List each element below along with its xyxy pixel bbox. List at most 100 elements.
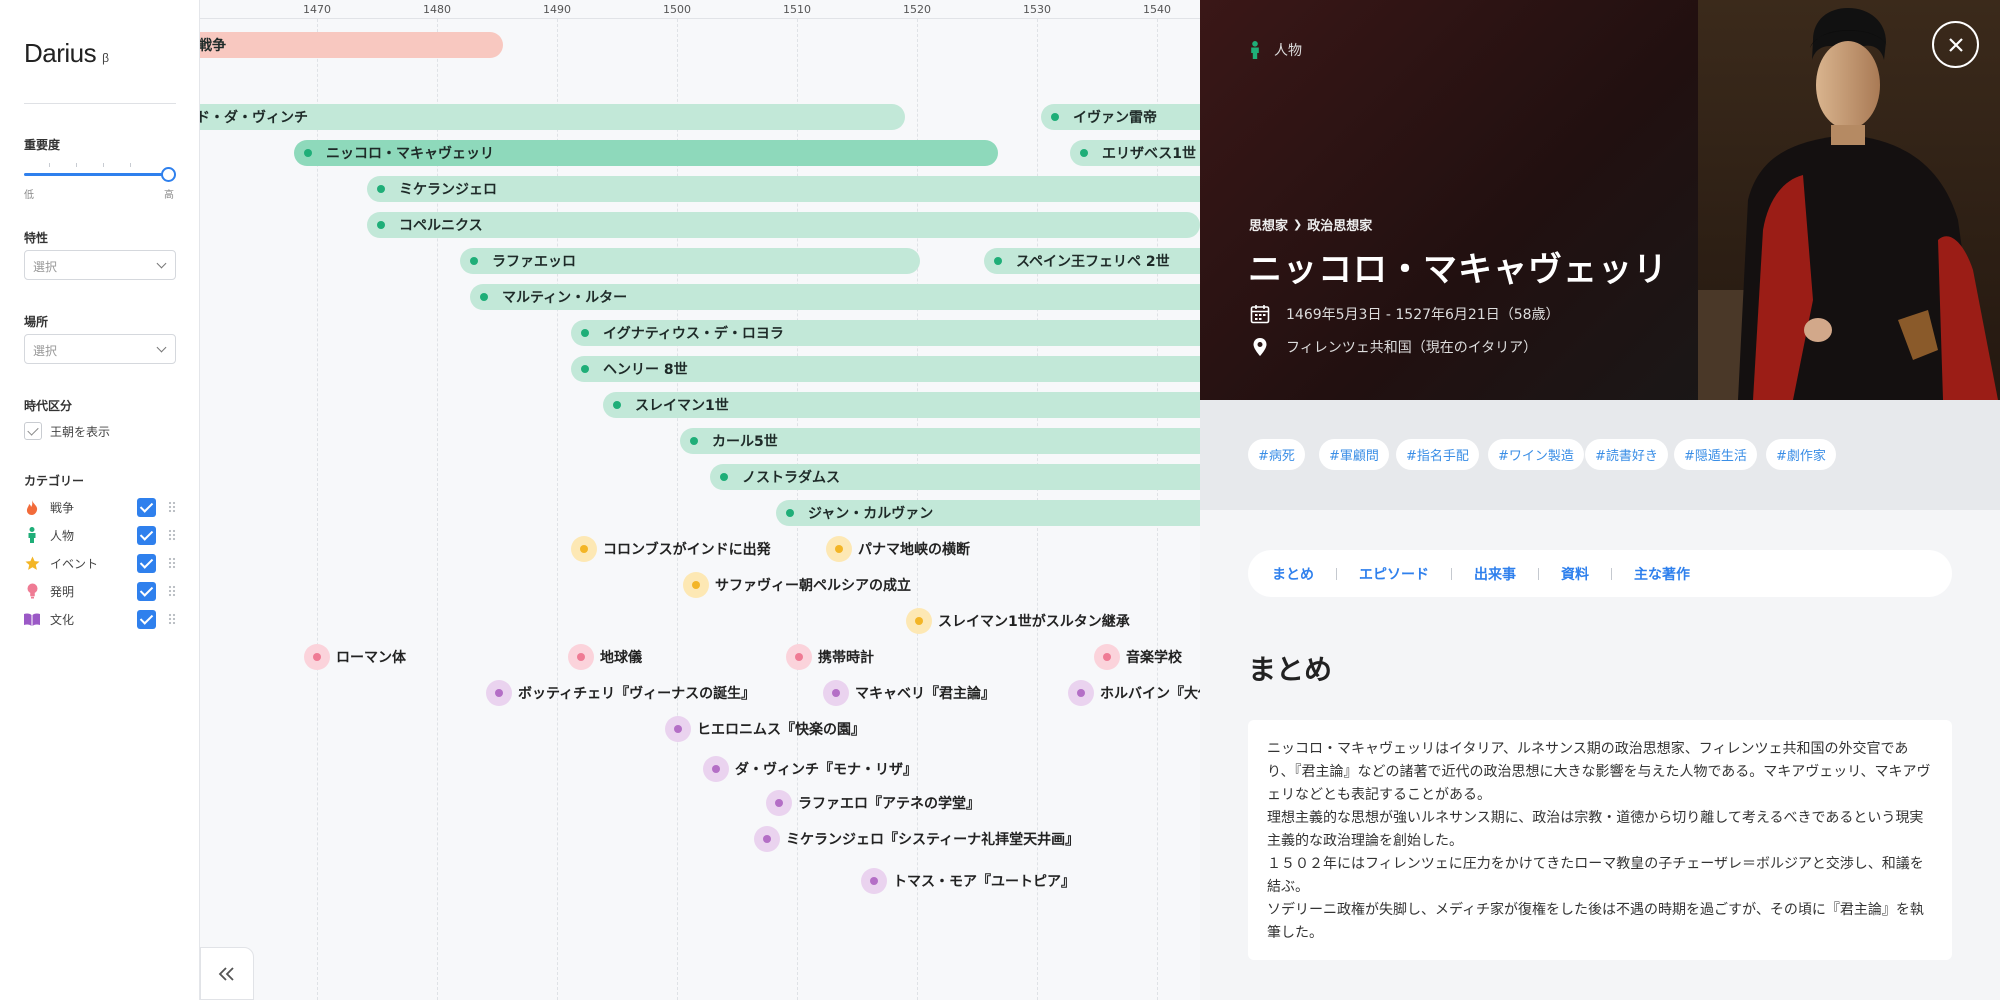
tag-chip[interactable]: #軍顧問: [1319, 439, 1389, 470]
person-bar[interactable]: イヴァン雷帝: [1041, 104, 1200, 130]
app-logo[interactable]: Darius β: [24, 38, 109, 69]
tab-sources[interactable]: 資料: [1561, 564, 1589, 584]
tab-divider: [1451, 567, 1452, 580]
category-event[interactable]: イベント: [24, 552, 176, 574]
tag-chip[interactable]: #ワイン製造: [1488, 439, 1584, 470]
tab-works[interactable]: 主な著作: [1634, 564, 1690, 584]
invention-marker[interactable]: 地球儀: [568, 644, 642, 670]
drag-handle-icon[interactable]: [168, 557, 176, 569]
person-dot: [720, 473, 728, 481]
person-bar[interactable]: スレイマン1世: [603, 392, 1200, 418]
invention-label: 携帯時計: [818, 650, 874, 666]
category-event-checkbox[interactable]: [137, 553, 156, 573]
category-culture[interactable]: 文化: [24, 608, 176, 630]
hero-category: 人物: [1250, 40, 1302, 60]
person-bar[interactable]: スペイン王フェリペ 2世: [984, 248, 1200, 274]
category-war-checkbox[interactable]: [137, 497, 156, 517]
war-bar[interactable]: 戦争: [200, 32, 503, 58]
event-dot: [683, 572, 709, 598]
dynasty-checkbox[interactable]: [24, 422, 42, 440]
category-invention-checkbox[interactable]: [137, 581, 156, 601]
drag-handle-icon[interactable]: [168, 585, 176, 597]
person-icon: [24, 527, 40, 543]
breadcrumb-item[interactable]: 思想家: [1249, 215, 1288, 234]
app-name: Darius: [24, 38, 97, 68]
culture-marker[interactable]: ラファエロ『アテネの学堂』: [766, 790, 980, 816]
invention-marker[interactable]: ローマン体: [304, 644, 406, 670]
hero-category-label: 人物: [1274, 43, 1302, 59]
culture-marker[interactable]: ダ・ヴィンチ『モナ・リザ』: [703, 756, 917, 782]
culture-marker[interactable]: ミケランジェロ『システィーナ礼拝堂天井画』: [754, 826, 1079, 852]
close-button[interactable]: [1932, 21, 1979, 68]
slider-tick: [103, 163, 104, 167]
category-war[interactable]: 戦争: [24, 496, 176, 518]
invention-dot: [568, 644, 594, 670]
person-bar[interactable]: ミケランジェロ: [367, 176, 1200, 202]
tab-episodes[interactable]: エピソード: [1359, 564, 1429, 584]
person-bar[interactable]: ラファエッロ: [460, 248, 920, 274]
breadcrumb-item[interactable]: 政治思想家: [1307, 215, 1372, 234]
dynasty-toggle[interactable]: 王朝を表示: [24, 422, 110, 440]
tag-chip[interactable]: #読書好き: [1585, 439, 1668, 470]
culture-dot: [703, 756, 729, 782]
event-marker[interactable]: スレイマン1世がスルタン継承: [906, 608, 1130, 634]
culture-marker[interactable]: ホルバイン『大使たち』: [1068, 680, 1200, 706]
filter-sidebar: Darius β 重要度 低 高 特性 選択 場所 選択 時代区分 王朝を表示 カ…: [0, 0, 200, 1000]
drag-handle-icon[interactable]: [168, 501, 176, 513]
close-icon: [1948, 37, 1963, 52]
tab-events[interactable]: 出来事: [1474, 564, 1516, 584]
person-bar[interactable]: カール5世: [680, 428, 1200, 454]
event-marker[interactable]: サファヴィー朝ペルシアの成立: [683, 572, 911, 598]
invention-marker[interactable]: 携帯時計: [786, 644, 874, 670]
person-bar[interactable]: ヘンリー 8世: [571, 356, 1200, 382]
culture-marker[interactable]: トマス・モア『ユートピア』: [861, 868, 1075, 894]
person-bar[interactable]: イグナティウス・デ・ロヨラ: [571, 320, 1200, 346]
drag-handle-icon[interactable]: [168, 613, 176, 625]
category-person-checkbox[interactable]: [137, 525, 156, 545]
culture-label: ヒエロニムス『快楽の園』: [697, 722, 865, 738]
culture-label: ボッティチェリ『ヴィーナスの誕生』: [518, 686, 756, 702]
tab-divider: [1611, 567, 1612, 580]
category-invention[interactable]: 発明: [24, 580, 176, 602]
culture-marker[interactable]: ヒエロニムス『快楽の園』: [665, 716, 865, 742]
person-bar[interactable]: ノストラダムス: [710, 464, 1200, 490]
importance-slider-thumb[interactable]: [161, 167, 176, 182]
person-dot: [994, 257, 1002, 265]
place-select[interactable]: 選択: [24, 334, 176, 364]
year-tick: 1530: [1023, 3, 1051, 16]
culture-marker[interactable]: マキャベリ『君主論』: [823, 680, 995, 706]
person-bar[interactable]: ド・ダ・ヴィンチ: [200, 104, 905, 130]
tag-chip[interactable]: #劇作家: [1766, 439, 1836, 470]
importance-slider-track[interactable]: [24, 173, 168, 176]
event-marker[interactable]: コロンブスがインドに出発: [571, 536, 771, 562]
culture-dot: [754, 826, 780, 852]
category-person[interactable]: 人物: [24, 524, 176, 546]
person-bar[interactable]: マルティン・ルター: [470, 284, 1200, 310]
culture-dot: [766, 790, 792, 816]
tag-chip[interactable]: #病死: [1248, 439, 1305, 470]
tab-divider: [1538, 567, 1539, 580]
category-invention-label: 発明: [50, 584, 75, 599]
event-marker[interactable]: パナマ地峡の横断: [826, 536, 970, 562]
tag-chip[interactable]: #隠遁生活: [1674, 439, 1757, 470]
category-culture-checkbox[interactable]: [137, 609, 156, 629]
dates-text: 1469年5月3日 - 1527年6月21日（58歳）: [1286, 307, 1560, 323]
person-bar[interactable]: エリザベス1世: [1070, 140, 1200, 166]
grid-line: [437, 19, 438, 1000]
culture-marker[interactable]: ボッティチェリ『ヴィーナスの誕生』: [486, 680, 755, 706]
invention-marker[interactable]: 音楽学校: [1094, 644, 1182, 670]
trait-label: 特性: [24, 231, 49, 245]
person-bar[interactable]: ジャン・カルヴァン: [776, 500, 1200, 526]
person-dot: [377, 185, 385, 193]
calendar-icon: [1250, 305, 1270, 324]
person-bar[interactable]: コペルニクス: [367, 212, 1200, 238]
collapse-sidebar-button[interactable]: [200, 947, 254, 1000]
tag-chip[interactable]: #指名手配: [1396, 439, 1479, 470]
person-bar-selected[interactable]: ニッコロ・マキャヴェッリ: [294, 140, 998, 166]
trait-select[interactable]: 選択: [24, 250, 176, 280]
timeline-canvas[interactable]: 1470 1480 1490 1500 1510 1520 1530 1540 …: [200, 0, 1200, 1000]
tab-summary[interactable]: まとめ: [1272, 564, 1314, 584]
hero-header: 人物 思想家 ❯ 政治思想家 ニッコロ・マキャヴェッリ 1469年5月3日 - …: [1200, 0, 2000, 400]
drag-handle-icon[interactable]: [168, 529, 176, 541]
chevron-right-icon: ❯: [1293, 218, 1303, 231]
